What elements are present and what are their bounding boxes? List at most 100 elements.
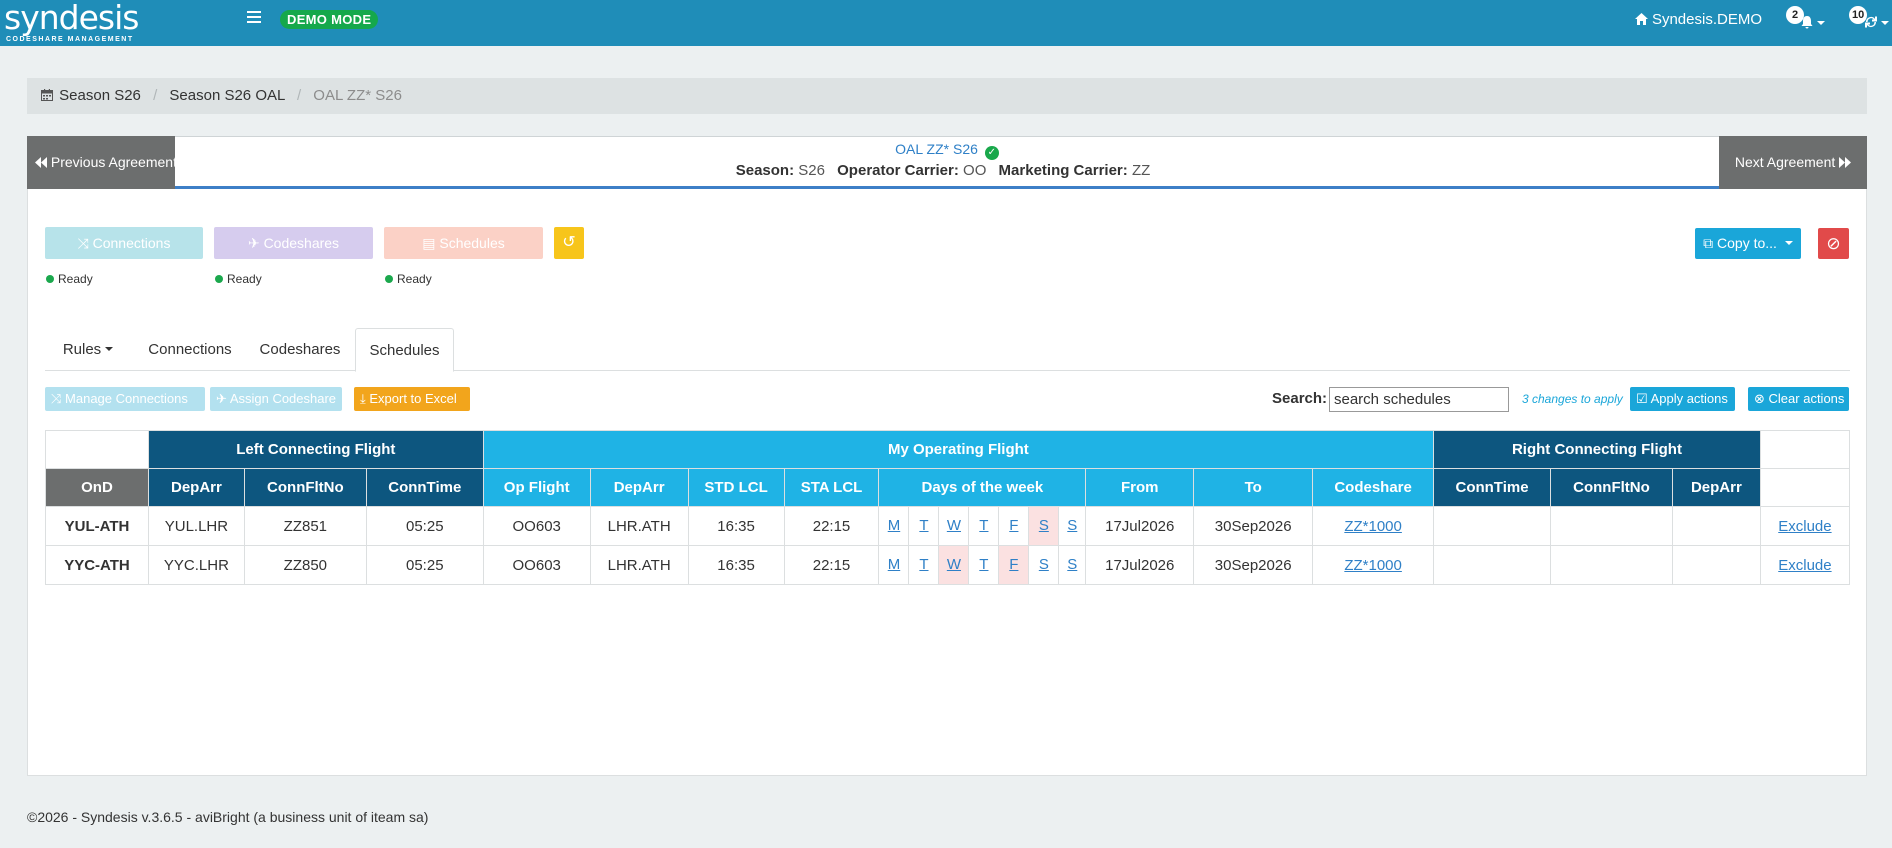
column-header-connfltno[interactable]: ConnFltNo: [243, 468, 367, 507]
brand-subtitle: CODESHARE MANAGEMENT: [6, 36, 134, 43]
tab-connections[interactable]: Connections: [136, 328, 244, 371]
search-input[interactable]: [1329, 387, 1509, 412]
op-flight-cell: OO603: [482, 506, 591, 546]
tab-bar: Rules Connections Codeshares Schedules: [45, 328, 1850, 372]
shuffle-icon: ⤨: [51, 391, 62, 406]
day-sunday-link[interactable]: S: [1059, 546, 1085, 584]
column-header-op-flight[interactable]: Op Flight: [482, 468, 591, 507]
codeshares-status-button[interactable]: ✈ Codeshares: [214, 227, 373, 259]
column-header-codeshare[interactable]: Codeshare: [1312, 468, 1435, 507]
tab-rules[interactable]: Rules: [45, 328, 131, 371]
column-header-right-connfltno[interactable]: ConnFltNo: [1549, 468, 1673, 507]
connfltno-cell: ZZ851: [243, 506, 367, 546]
footer-copyright: ©2026 - Syndesis v.3.6.5 - aviBright (a …: [27, 809, 429, 825]
export-to-excel-button[interactable]: ⤓ Export to Excel: [354, 387, 470, 411]
column-header-conntime[interactable]: ConnTime: [365, 468, 484, 507]
breadcrumb-season[interactable]: Season S26: [59, 87, 141, 104]
brand-logo[interactable]: syndesis CODESHARE MANAGEMENT: [4, 0, 139, 44]
previous-agreement-label: Previous Agreement: [50, 154, 177, 170]
tab-codeshares-label: Codeshares: [259, 341, 341, 358]
day-friday-link[interactable]: F: [999, 507, 1028, 545]
ready-label: Ready: [397, 272, 432, 286]
shuffle-icon: ⤨: [77, 235, 89, 251]
day-tuesday-link[interactable]: T: [909, 546, 938, 584]
sync-icon: [1864, 15, 1878, 29]
codeshare-link[interactable]: ZZ*1000: [1344, 557, 1402, 574]
column-header-std-lcl[interactable]: STD LCL: [687, 468, 785, 507]
day-tuesday-link[interactable]: T: [909, 507, 938, 545]
ready-label: Ready: [227, 272, 262, 286]
connfltno-cell: ZZ850: [243, 545, 367, 585]
day-wednesday-link[interactable]: W: [939, 507, 968, 545]
exclude-link[interactable]: Exclude: [1778, 518, 1831, 535]
plane-icon: ✈: [216, 391, 227, 406]
clear-actions-label: Clear actions: [1768, 391, 1845, 406]
apply-actions-button[interactable]: ☑ Apply actions: [1630, 387, 1735, 411]
chevron-down-icon: [105, 347, 114, 351]
home-icon: [1634, 13, 1648, 25]
tab-schedules[interactable]: Schedules: [355, 328, 454, 372]
copy-to-label: Copy to...: [1717, 235, 1777, 251]
schedules-status-button[interactable]: ▤ Schedules: [384, 227, 543, 259]
cancel-button[interactable]: ⊘: [1818, 228, 1849, 259]
codeshare-cell: ZZ*1000: [1312, 506, 1435, 546]
next-agreement-button[interactable]: Next Agreement: [1719, 136, 1867, 189]
day-friday-link[interactable]: F: [999, 546, 1028, 584]
day-sunday-link[interactable]: S: [1059, 507, 1085, 545]
status-dot: [46, 275, 54, 283]
column-header-op-deparr[interactable]: DepArr: [589, 468, 689, 507]
main-panel: ⤨ Connections ✈ Codeshares ▤ Schedules ↺…: [27, 189, 1867, 776]
checkbox-icon: ☑: [1636, 391, 1648, 406]
schedules-status-label: Schedules: [439, 235, 505, 251]
pending-changes-note: 3 changes to apply: [1522, 392, 1623, 406]
column-header-right-deparr[interactable]: DepArr: [1671, 468, 1761, 507]
day-wednesday-link[interactable]: W: [939, 546, 968, 584]
column-header-right-conntime[interactable]: ConnTime: [1433, 468, 1551, 507]
day-monday-link[interactable]: M: [879, 546, 908, 584]
copy-to-dropdown[interactable]: ⧉ Copy to...: [1695, 228, 1801, 259]
day-saturday-link[interactable]: S: [1029, 507, 1058, 545]
column-header-days-of-week[interactable]: Days of the week: [878, 468, 1087, 507]
refresh-button[interactable]: ↺: [554, 227, 584, 259]
column-header-ond[interactable]: OnD: [45, 468, 149, 507]
blank-header: [1759, 430, 1851, 469]
assign-codeshare-button[interactable]: ✈ Assign Codeshare: [210, 387, 342, 411]
right-connfltno-cell: [1549, 506, 1673, 546]
sync-dropdown[interactable]: 10: [1849, 6, 1889, 36]
exclude-link[interactable]: Exclude: [1778, 557, 1831, 574]
day-thursday-link[interactable]: T: [969, 546, 998, 584]
schedules-ready-status: Ready: [385, 272, 432, 286]
menu-toggle-icon[interactable]: [247, 11, 261, 25]
day-monday-link[interactable]: M: [879, 507, 908, 545]
column-header-sta-lcl[interactable]: STA LCL: [783, 468, 880, 507]
manage-connections-button[interactable]: ⤨ Manage Connections: [45, 387, 205, 411]
breadcrumb-season-oal[interactable]: Season S26 OAL: [169, 87, 284, 104]
codeshare-link[interactable]: ZZ*1000: [1344, 518, 1402, 535]
to-date-cell: 30Sep2026: [1193, 545, 1314, 585]
column-header-from[interactable]: From: [1085, 468, 1195, 507]
column-header-to[interactable]: To: [1193, 468, 1314, 507]
day-saturday-link[interactable]: S: [1029, 546, 1058, 584]
clear-actions-button[interactable]: ⊗ Clear actions: [1748, 387, 1849, 411]
brand-name: syndesis: [4, 0, 139, 37]
blank-header: [1759, 468, 1851, 507]
codeshares-ready-status: Ready: [215, 272, 262, 286]
day-thursday-link[interactable]: T: [969, 507, 998, 545]
agreement-title[interactable]: OAL ZZ* S26: [895, 141, 978, 157]
marketing-carrier-label: Marketing Carrier:: [998, 162, 1128, 179]
home-link[interactable]: Syndesis.DEMO: [1634, 11, 1762, 28]
search-label: Search:: [1272, 390, 1328, 407]
top-navbar: syndesis CODESHARE MANAGEMENT DEMO MODE …: [0, 0, 1892, 46]
assign-codeshare-label: Assign Codeshare: [229, 391, 337, 406]
tab-schedules-label: Schedules: [369, 342, 440, 359]
operator-carrier-label: Operator Carrier:: [837, 162, 959, 179]
notifications-dropdown[interactable]: 2: [1786, 6, 1830, 36]
previous-agreement-button[interactable]: Previous Agreement: [27, 136, 177, 189]
ban-icon: ⊘: [1826, 234, 1841, 253]
tab-codeshares[interactable]: Codeshares: [247, 328, 353, 371]
connections-status-button[interactable]: ⤨ Connections: [45, 227, 203, 259]
sta-cell: 22:15: [783, 545, 880, 585]
from-date-cell: 17Jul2026: [1085, 545, 1195, 585]
column-header-deparr[interactable]: DepArr: [147, 468, 245, 507]
op-deparr-cell: LHR.ATH: [589, 506, 689, 546]
